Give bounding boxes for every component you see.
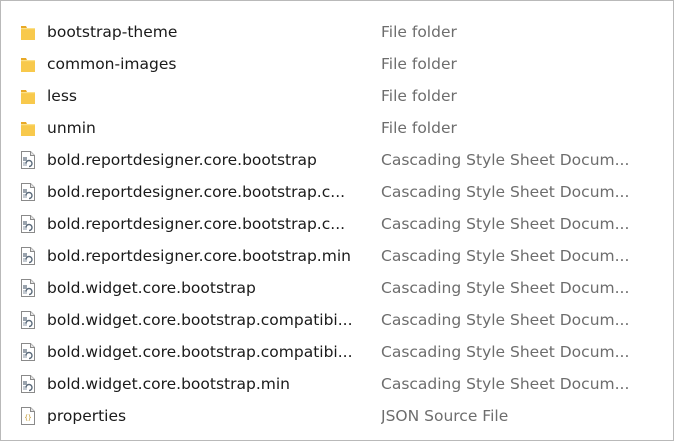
- file-type: File folder: [381, 55, 457, 73]
- file-type: Cascading Style Sheet Docum...: [381, 151, 630, 169]
- file-name[interactable]: bold.reportdesigner.core.bootstrap.c...: [47, 215, 363, 233]
- folder-icon: [20, 86, 36, 106]
- file-name[interactable]: bold.reportdesigner.core.bootstrap.min: [47, 247, 363, 265]
- file-type: Cascading Style Sheet Docum...: [381, 215, 630, 233]
- file-type: JSON Source File: [381, 407, 509, 425]
- css-file-icon: [20, 150, 36, 170]
- file-name[interactable]: bold.reportdesigner.core.bootstrap: [47, 151, 363, 169]
- file-row[interactable]: unmin File folder: [1, 112, 673, 144]
- file-row[interactable]: bold.reportdesigner.core.bootstrap.min Ca…: [1, 240, 673, 272]
- file-name[interactable]: properties: [47, 407, 363, 425]
- folder-icon: [20, 118, 36, 138]
- file-type: File folder: [381, 119, 457, 137]
- css-file-icon: [20, 374, 36, 394]
- file-list: bootstrap-theme File folder common-images…: [1, 16, 673, 432]
- file-explorer-panel: bootstrap-theme File folder common-images…: [0, 0, 674, 441]
- file-row[interactable]: bold.reportdesigner.core.bootstrap Cascad…: [1, 144, 673, 176]
- file-row[interactable]: bold.widget.core.bootstrap.compatibi... C…: [1, 336, 673, 368]
- file-row[interactable]: bootstrap-theme File folder: [1, 16, 673, 48]
- file-type: Cascading Style Sheet Docum...: [381, 247, 630, 265]
- css-file-icon: [20, 342, 36, 362]
- file-name[interactable]: bold.widget.core.bootstrap.min: [47, 375, 363, 393]
- file-row[interactable]: bold.reportdesigner.core.bootstrap.c... C…: [1, 208, 673, 240]
- css-file-icon: [20, 246, 36, 266]
- file-row[interactable]: bold.widget.core.bootstrap Cascading Styl…: [1, 272, 673, 304]
- file-name[interactable]: common-images: [47, 55, 363, 73]
- file-row[interactable]: less File folder: [1, 80, 673, 112]
- file-type: Cascading Style Sheet Docum...: [381, 311, 630, 329]
- css-file-icon: [20, 278, 36, 298]
- file-name[interactable]: less: [47, 87, 363, 105]
- css-file-icon: [20, 310, 36, 330]
- css-file-icon: [20, 214, 36, 234]
- file-row[interactable]: common-images File folder: [1, 48, 673, 80]
- folder-icon: [20, 22, 36, 42]
- svg-text:{}: {}: [24, 415, 31, 422]
- file-name[interactable]: bold.widget.core.bootstrap: [47, 279, 363, 297]
- css-file-icon: [20, 182, 36, 202]
- file-name[interactable]: bootstrap-theme: [47, 23, 363, 41]
- file-type: Cascading Style Sheet Docum...: [381, 183, 630, 201]
- file-name[interactable]: bold.widget.core.bootstrap.compatibi...: [47, 311, 363, 329]
- file-name[interactable]: bold.widget.core.bootstrap.compatibi...: [47, 343, 363, 361]
- json-file-icon: {}: [20, 406, 36, 426]
- file-name[interactable]: bold.reportdesigner.core.bootstrap.c...: [47, 183, 363, 201]
- file-type: File folder: [381, 87, 457, 105]
- file-type: File folder: [381, 23, 457, 41]
- file-type: Cascading Style Sheet Docum...: [381, 375, 630, 393]
- folder-icon: [20, 54, 36, 74]
- file-row[interactable]: bold.reportdesigner.core.bootstrap.c... C…: [1, 176, 673, 208]
- file-row[interactable]: {} properties JSON Source File: [1, 400, 673, 432]
- file-row[interactable]: bold.widget.core.bootstrap.compatibi... C…: [1, 304, 673, 336]
- file-name[interactable]: unmin: [47, 119, 363, 137]
- file-type: Cascading Style Sheet Docum...: [381, 343, 630, 361]
- file-type: Cascading Style Sheet Docum...: [381, 279, 630, 297]
- file-row[interactable]: bold.widget.core.bootstrap.min Cascading …: [1, 368, 673, 400]
